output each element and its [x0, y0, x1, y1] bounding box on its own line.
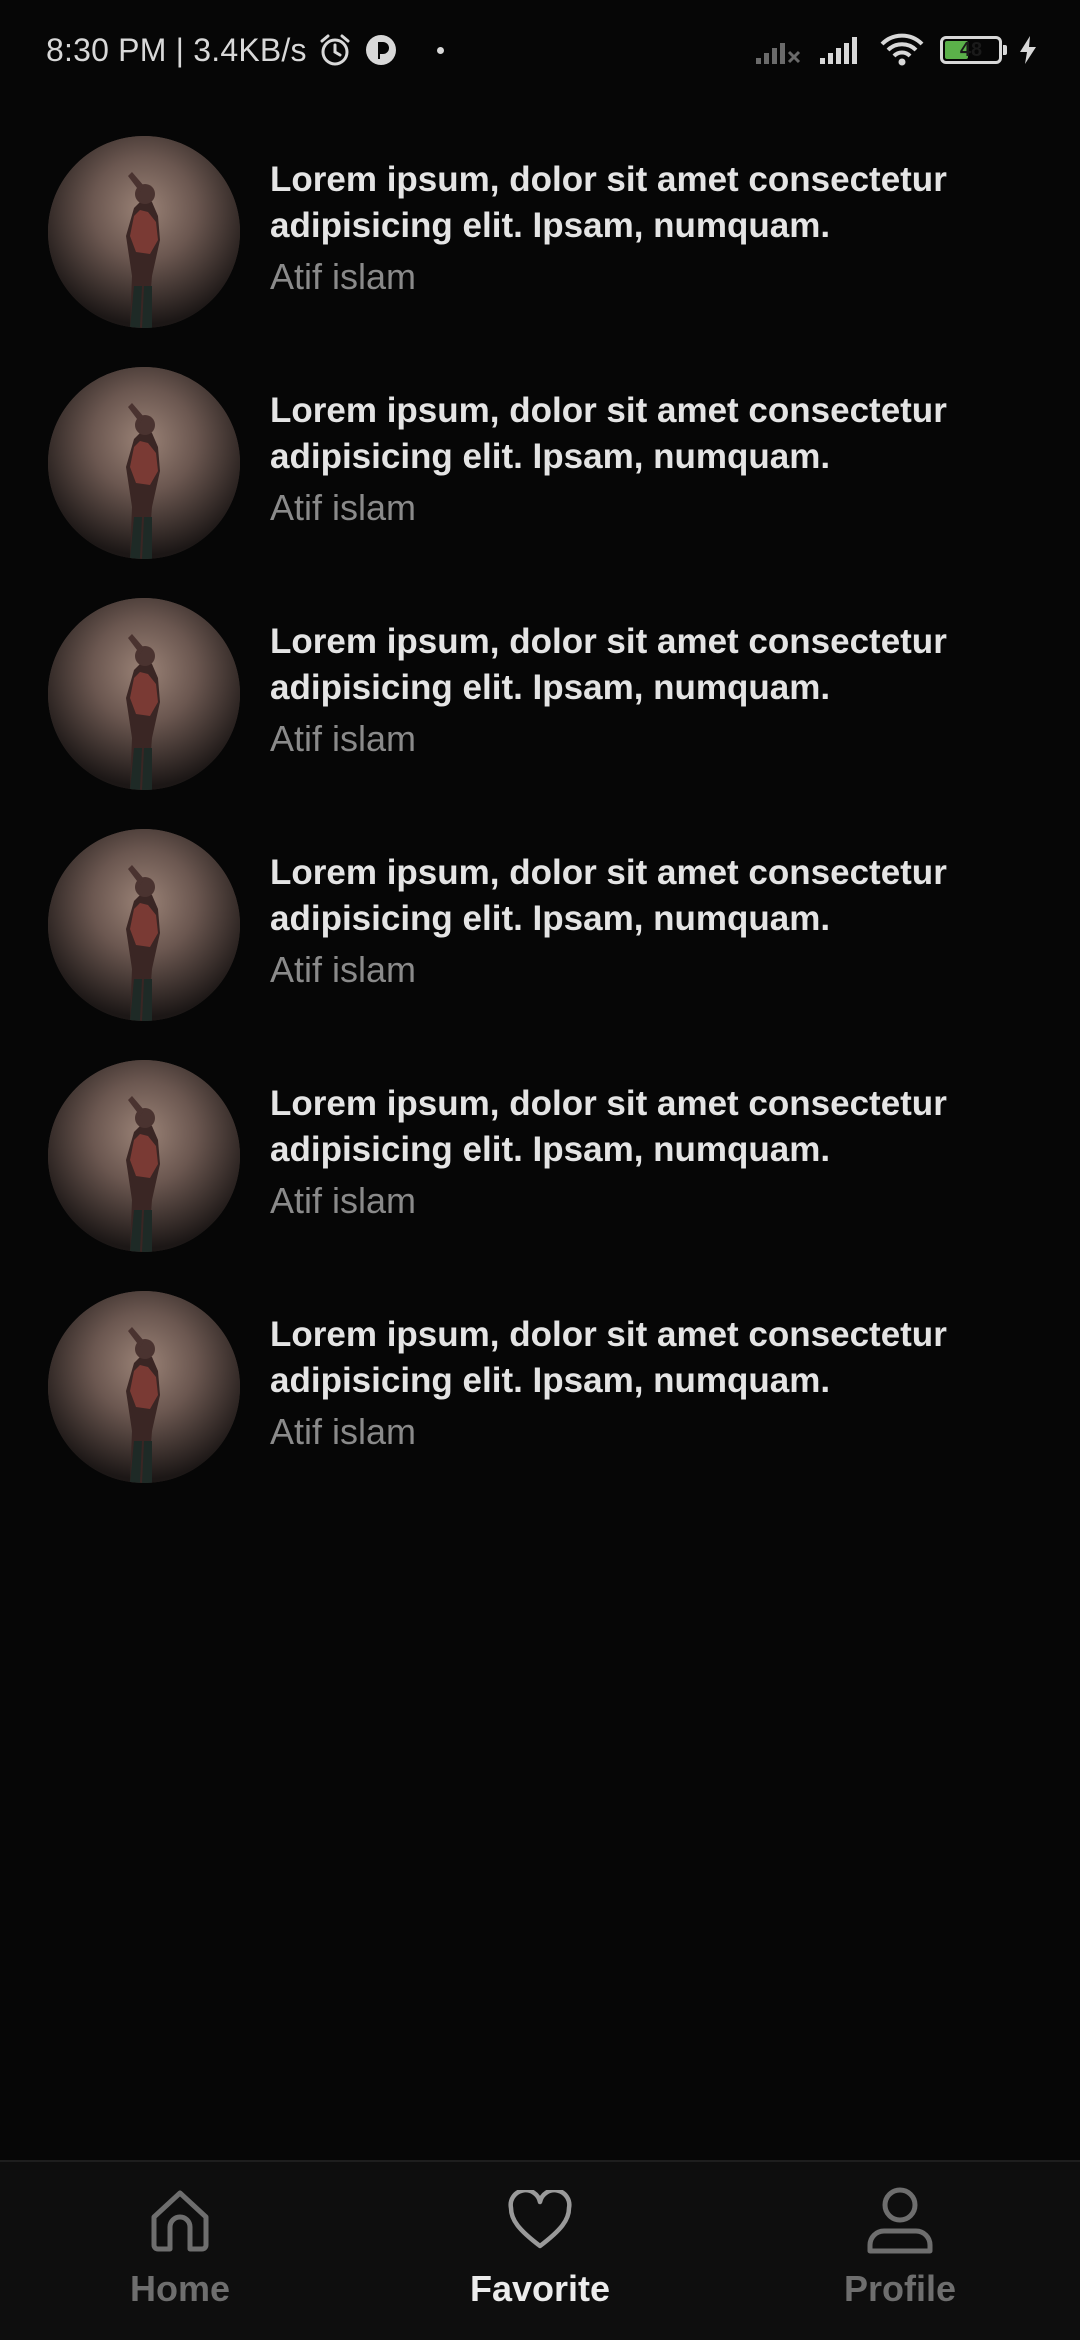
status-time-speed: 8:30 PM | 3.4KB/s: [46, 31, 307, 68]
song-thumbnail: [48, 598, 240, 790]
nav-home[interactable]: Home: [0, 2162, 360, 2340]
nav-favorite-label: Favorite: [469, 2268, 611, 2309]
song-title: Lorem ipsum, dolor sit amet consectetur …: [270, 853, 947, 938]
song-list: Lorem ipsum, dolor sit amet consectetur …: [0, 133, 1080, 1519]
song-thumbnail: [48, 829, 240, 1021]
song-text: Lorem ipsum, dolor sit amet consectetur …: [270, 388, 1060, 532]
song-text: Lorem ipsum, dolor sit amet consectetur …: [270, 619, 1060, 763]
song-list-item[interactable]: Lorem ipsum, dolor sit amet consectetur …: [0, 133, 1080, 364]
signal-icon: [818, 34, 864, 66]
bottom-nav: Home Favorite Profile: [0, 2160, 1080, 2340]
song-text: Lorem ipsum, dolor sit amet consectetur …: [270, 1081, 1060, 1225]
song-artist: Atif islam: [270, 1411, 417, 1452]
song-list-item[interactable]: Lorem ipsum, dolor sit amet consectetur …: [0, 1057, 1080, 1288]
signal-off-icon: [754, 34, 802, 66]
nav-favorite[interactable]: Favorite: [360, 2162, 720, 2340]
song-list-item[interactable]: Lorem ipsum, dolor sit amet consectetur …: [0, 364, 1080, 595]
heart-icon: [500, 2180, 580, 2260]
song-list-item[interactable]: Lorem ipsum, dolor sit amet consectetur …: [0, 595, 1080, 826]
status-right: 48: [738, 33, 1038, 67]
battery-level: 48: [959, 38, 983, 61]
song-list-item[interactable]: Lorem ipsum, dolor sit amet consectetur …: [0, 826, 1080, 1057]
battery-icon: 48: [940, 36, 1007, 64]
dot-icon: [436, 46, 444, 54]
song-thumbnail: [48, 367, 240, 559]
song-artist: Atif islam: [270, 487, 417, 528]
song-text: Lorem ipsum, dolor sit amet consectetur …: [270, 1312, 1060, 1456]
song-title: Lorem ipsum, dolor sit amet consectetur …: [270, 160, 947, 245]
status-bar: 8:30 PM | 3.4KB/s 48: [0, 0, 1080, 100]
song-title: Lorem ipsum, dolor sit amet consectetur …: [270, 391, 947, 476]
user-icon: [860, 2180, 940, 2260]
song-text: Lorem ipsum, dolor sit amet consectetur …: [270, 850, 1060, 994]
charging-icon: [1018, 35, 1038, 65]
alarm-icon: [317, 32, 353, 68]
song-title: Lorem ipsum, dolor sit amet consectetur …: [270, 622, 947, 707]
song-thumbnail: [48, 1060, 240, 1252]
app-notification-icon: [363, 32, 399, 68]
song-text: Lorem ipsum, dolor sit amet consectetur …: [270, 157, 1060, 301]
song-title: Lorem ipsum, dolor sit amet consectetur …: [270, 1315, 947, 1400]
song-thumbnail: [48, 136, 240, 328]
song-list-item[interactable]: Lorem ipsum, dolor sit amet consectetur …: [0, 1288, 1080, 1519]
song-artist: Atif islam: [270, 256, 417, 297]
nav-home-label: Home: [129, 2268, 231, 2309]
song-title: Lorem ipsum, dolor sit amet consectetur …: [270, 1084, 947, 1169]
song-artist: Atif islam: [270, 718, 417, 759]
song-artist: Atif islam: [270, 1180, 417, 1221]
home-icon: [140, 2180, 220, 2260]
wifi-icon: [880, 33, 924, 67]
song-thumbnail: [48, 1291, 240, 1483]
song-artist: Atif islam: [270, 949, 417, 990]
nav-profile-label: Profile: [843, 2268, 957, 2309]
nav-profile[interactable]: Profile: [720, 2162, 1080, 2340]
favorites-screen: 8:30 PM | 3.4KB/s 48 Lorem ipsum, dolor …: [0, 0, 1080, 2340]
status-left: 8:30 PM | 3.4KB/s: [46, 32, 444, 69]
